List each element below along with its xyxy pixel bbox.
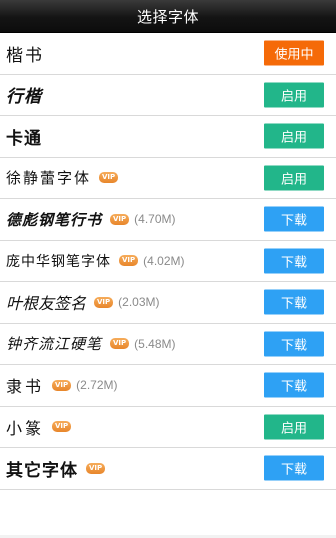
download-button[interactable]: 下载 [264,455,324,481]
font-row[interactable]: 钟齐流江硬笔 VIP (5.48M) 下载 [0,324,336,365]
font-row[interactable]: 叶根友签名 VIP (2.03M) 下载 [0,282,336,324]
font-file-size: (5.48M) [134,336,176,351]
font-selector-screen: 选择字体 楷书 使用中 行楷 启用 卡通 启用 徐静蕾字体 VIP 启用 德彪钢笔行书 VIP (4.… [0,0,336,538]
title-bar: 选择字体 [0,0,336,33]
font-file-size: (2.03M) [118,295,160,310]
vip-badge-icon: VIP [110,338,130,350]
download-button[interactable]: 下载 [264,331,324,357]
page-title: 选择字体 [136,7,199,26]
font-row[interactable]: 徐静蕾字体 VIP 启用 [0,158,336,199]
font-name: 行楷 [6,87,42,108]
vip-badge-icon: VIP [86,462,106,474]
font-name: 隶书 [6,377,45,397]
font-name: 庞中华钢笔字体 [6,253,111,270]
enable-button[interactable]: 启用 [264,165,324,191]
download-button[interactable]: 下载 [264,206,324,232]
font-list: 楷书 使用中 行楷 启用 卡通 启用 徐静蕾字体 VIP 启用 德彪钢笔行书 VIP (4.70M) 下… [0,33,336,490]
vip-badge-icon: VIP [110,213,130,225]
font-row[interactable]: 庞中华钢笔字体 VIP (4.02M) 下载 [0,241,336,282]
font-row[interactable]: 小篆 VIP 启用 [0,407,336,448]
enable-button[interactable]: 启用 [264,82,324,108]
font-file-size: (4.02M) [143,253,185,268]
font-name: 小篆 [6,418,45,438]
font-name: 叶根友签名 [6,294,87,314]
font-name: 卡通 [6,128,42,149]
font-name: 徐静蕾字体 [6,169,92,188]
enable-button[interactable]: 启用 [264,414,324,440]
font-name: 其它字体 [6,460,78,481]
in-use-button[interactable]: 使用中 [264,40,324,66]
download-button[interactable]: 下载 [264,248,324,274]
font-row[interactable]: 卡通 启用 [0,116,336,158]
download-button[interactable]: 下载 [264,289,324,315]
vip-badge-icon: VIP [119,255,139,267]
font-name: 德彪钢笔行书 [6,210,103,229]
vip-badge-icon: VIP [52,379,72,391]
font-file-size: (2.72M) [76,378,118,393]
vip-badge-icon: VIP [94,296,114,308]
font-name: 钟齐流江硬笔 [6,335,103,354]
font-row[interactable]: 德彪钢笔行书 VIP (4.70M) 下载 [0,199,336,241]
vip-badge-icon: VIP [52,421,72,433]
font-row[interactable]: 隶书 VIP (2.72M) 下载 [0,365,336,407]
font-name: 楷书 [6,45,44,66]
font-file-size: (4.70M) [134,212,176,227]
vip-badge-icon: VIP [99,172,119,184]
download-button[interactable]: 下载 [264,372,324,398]
enable-button[interactable]: 启用 [264,123,324,149]
font-row[interactable]: 其它字体 VIP 下载 [0,448,336,490]
font-row[interactable]: 楷书 使用中 [0,33,336,75]
font-row[interactable]: 行楷 启用 [0,75,336,116]
